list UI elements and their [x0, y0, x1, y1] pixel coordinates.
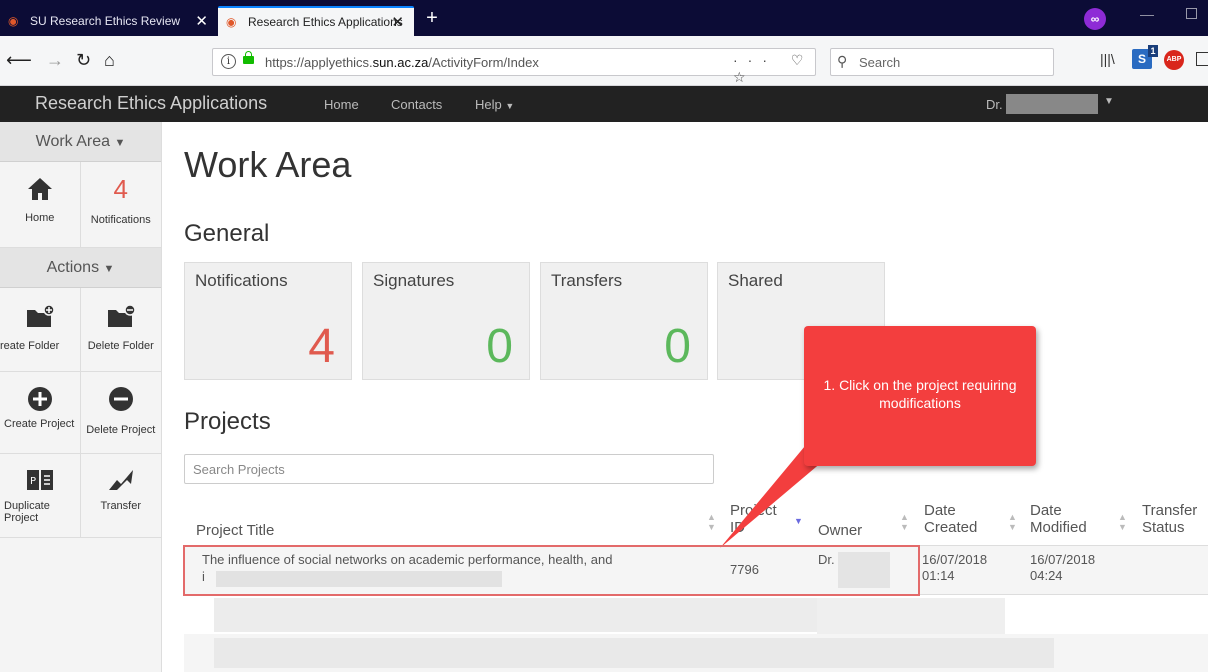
redacted-name [1006, 94, 1098, 114]
browser-tab-2[interactable]: ◉ Research Ethics Applications ✕ [218, 6, 414, 36]
sidebar-home-button[interactable]: Home [0, 162, 81, 247]
reload-icon[interactable]: ↻ [76, 49, 91, 71]
row-highlight-box [183, 545, 920, 596]
sidebar-toggle-icon[interactable] [1196, 52, 1208, 66]
home-icon[interactable]: ⌂ [104, 49, 115, 71]
sidebar-work-area-header[interactable]: Work Area ▼ [0, 122, 161, 162]
notifications-count: 4 [113, 174, 128, 204]
nav-help[interactable]: Help ▼ [475, 97, 514, 112]
tile-transfers[interactable]: Transfers 0 [540, 262, 708, 380]
browser-tab-1[interactable]: ◉ SU Research Ethics Review ✕ [0, 6, 210, 36]
folder-remove-icon [107, 304, 136, 327]
url-bar[interactable]: i https://applyethics.sun.ac.za/Activity… [212, 48, 816, 85]
create-project-label: Create Project [4, 418, 75, 430]
library-icon[interactable]: |||\ [1100, 51, 1115, 67]
window-minimize-icon[interactable]: — [1140, 6, 1154, 22]
col-date-modified[interactable]: Date Modified [1030, 502, 1106, 536]
extension-s-icon[interactable]: S1 [1132, 45, 1158, 69]
project-search-input[interactable]: Search Projects [184, 454, 714, 484]
transfer-label: Transfer [100, 500, 142, 512]
instruction-callout: 1. Click on the project requiring modifi… [804, 326, 1036, 466]
user-menu[interactable]: Dr. [986, 97, 1003, 112]
tab-title: SU Research Ethics Review [30, 14, 181, 28]
info-icon[interactable]: i [221, 54, 236, 69]
window-maximize-icon[interactable] [1186, 8, 1197, 19]
sort-icon[interactable]: ▲ ▼ [1118, 512, 1127, 532]
extension-badge: 1 [1148, 45, 1158, 57]
create-folder-label: reate Folder [0, 340, 60, 352]
folder-add-icon [26, 304, 55, 327]
search-placeholder: Search [859, 55, 901, 70]
sidebar-home-label: Home [25, 212, 55, 224]
rss-favicon-icon: ◉ [226, 15, 237, 29]
tab-title: Research Ethics Applications [248, 15, 403, 29]
projects-heading: Projects [184, 408, 271, 435]
create-project-button[interactable]: Create Project [0, 372, 81, 453]
create-folder-button[interactable]: reate Folder [0, 288, 81, 371]
sidebar: Work Area ▼ Home 4 Notifications Actions… [0, 122, 162, 672]
blurred-row [214, 598, 854, 632]
search-bar[interactable]: ⚲ Search [830, 48, 1054, 76]
nav-home[interactable]: Home [324, 97, 359, 112]
caret-down-icon[interactable]: ▼ [1104, 96, 1114, 107]
plus-circle-icon [27, 387, 52, 411]
col-date-created[interactable]: Date Created [924, 502, 994, 536]
tile-signatures[interactable]: Signatures 0 [362, 262, 530, 380]
row-date-modified: 16/07/2018 04:24 [1030, 552, 1096, 583]
row-date-created: 16/07/2018 01:14 [922, 552, 988, 583]
page-title: Work Area [184, 144, 352, 185]
tab-close-icon[interactable]: ✕ [195, 14, 208, 29]
tile-value: 4 [308, 320, 335, 373]
blurred-row [817, 598, 1005, 634]
sidebar-notifications-button[interactable]: 4 Notifications [81, 162, 162, 247]
duplicate-project-button[interactable]: P Duplicate Project [0, 454, 81, 537]
forward-arrow-icon[interactable]: → [46, 49, 64, 71]
duplicate-icon: P [26, 470, 53, 490]
brand-title[interactable]: Research Ethics Applications [35, 93, 267, 114]
callout-text: 1. Click on the project requiring modifi… [823, 377, 1017, 411]
chevron-down-icon: ▼ [103, 263, 115, 275]
private-mask-icon[interactable]: ∞ [1084, 8, 1106, 30]
lock-icon [243, 51, 254, 64]
tile-value: 0 [664, 320, 691, 373]
delete-project-label: Delete Project [86, 424, 156, 436]
sort-icon[interactable]: ▲ ▼ [1008, 512, 1017, 532]
general-heading: General [184, 220, 270, 247]
tile-notifications[interactable]: Notifications 4 [184, 262, 352, 380]
page-actions-icons[interactable]: ··· ♡ ☆ [733, 52, 815, 86]
delete-folder-button[interactable]: Delete Folder [81, 288, 162, 371]
search-icon: ⚲ [837, 53, 848, 69]
transfer-button[interactable]: Transfer [81, 454, 162, 537]
duplicate-project-label: Duplicate Project [4, 500, 50, 524]
app-navbar: Research Ethics Applications Home Contac… [0, 86, 1208, 122]
col-transfer-status[interactable]: Transfer Status [1142, 502, 1208, 536]
adblock-icon[interactable]: ABP [1164, 50, 1184, 70]
delete-folder-label: Delete Folder [87, 340, 154, 352]
browser-toolbar: ⟵ → ↻ ⌂ i https://applyethics.sun.ac.za/… [0, 36, 1208, 86]
svg-text:P: P [30, 476, 36, 487]
tab-close-icon[interactable]: ✕ [391, 15, 404, 30]
col-project-title[interactable]: Project Title [196, 522, 274, 539]
sidebar-actions-header[interactable]: Actions ▼ [0, 248, 161, 288]
rss-favicon-icon: ◉ [8, 14, 19, 28]
tile-value: 0 [486, 320, 513, 373]
blurred-row [214, 638, 1054, 668]
browser-tab-strip: ◉ SU Research Ethics Review ✕ ◉ Research… [0, 0, 1208, 36]
sidebar-notifications-label: Notifications [90, 214, 151, 226]
chevron-down-icon: ▼ [114, 137, 126, 149]
url-text[interactable]: https://applyethics.sun.ac.za/ActivityFo… [265, 55, 539, 70]
transfer-icon [108, 470, 133, 490]
nav-contacts[interactable]: Contacts [391, 97, 442, 112]
minus-circle-icon [108, 387, 133, 411]
sort-icon[interactable]: ▲ ▼ [900, 512, 909, 532]
house-icon [27, 178, 52, 200]
new-tab-icon[interactable]: + [420, 4, 444, 32]
back-arrow-icon[interactable]: ⟵ [6, 49, 32, 71]
caret-down-icon: ▼ [505, 101, 515, 111]
delete-project-button[interactable]: Delete Project [81, 372, 162, 453]
